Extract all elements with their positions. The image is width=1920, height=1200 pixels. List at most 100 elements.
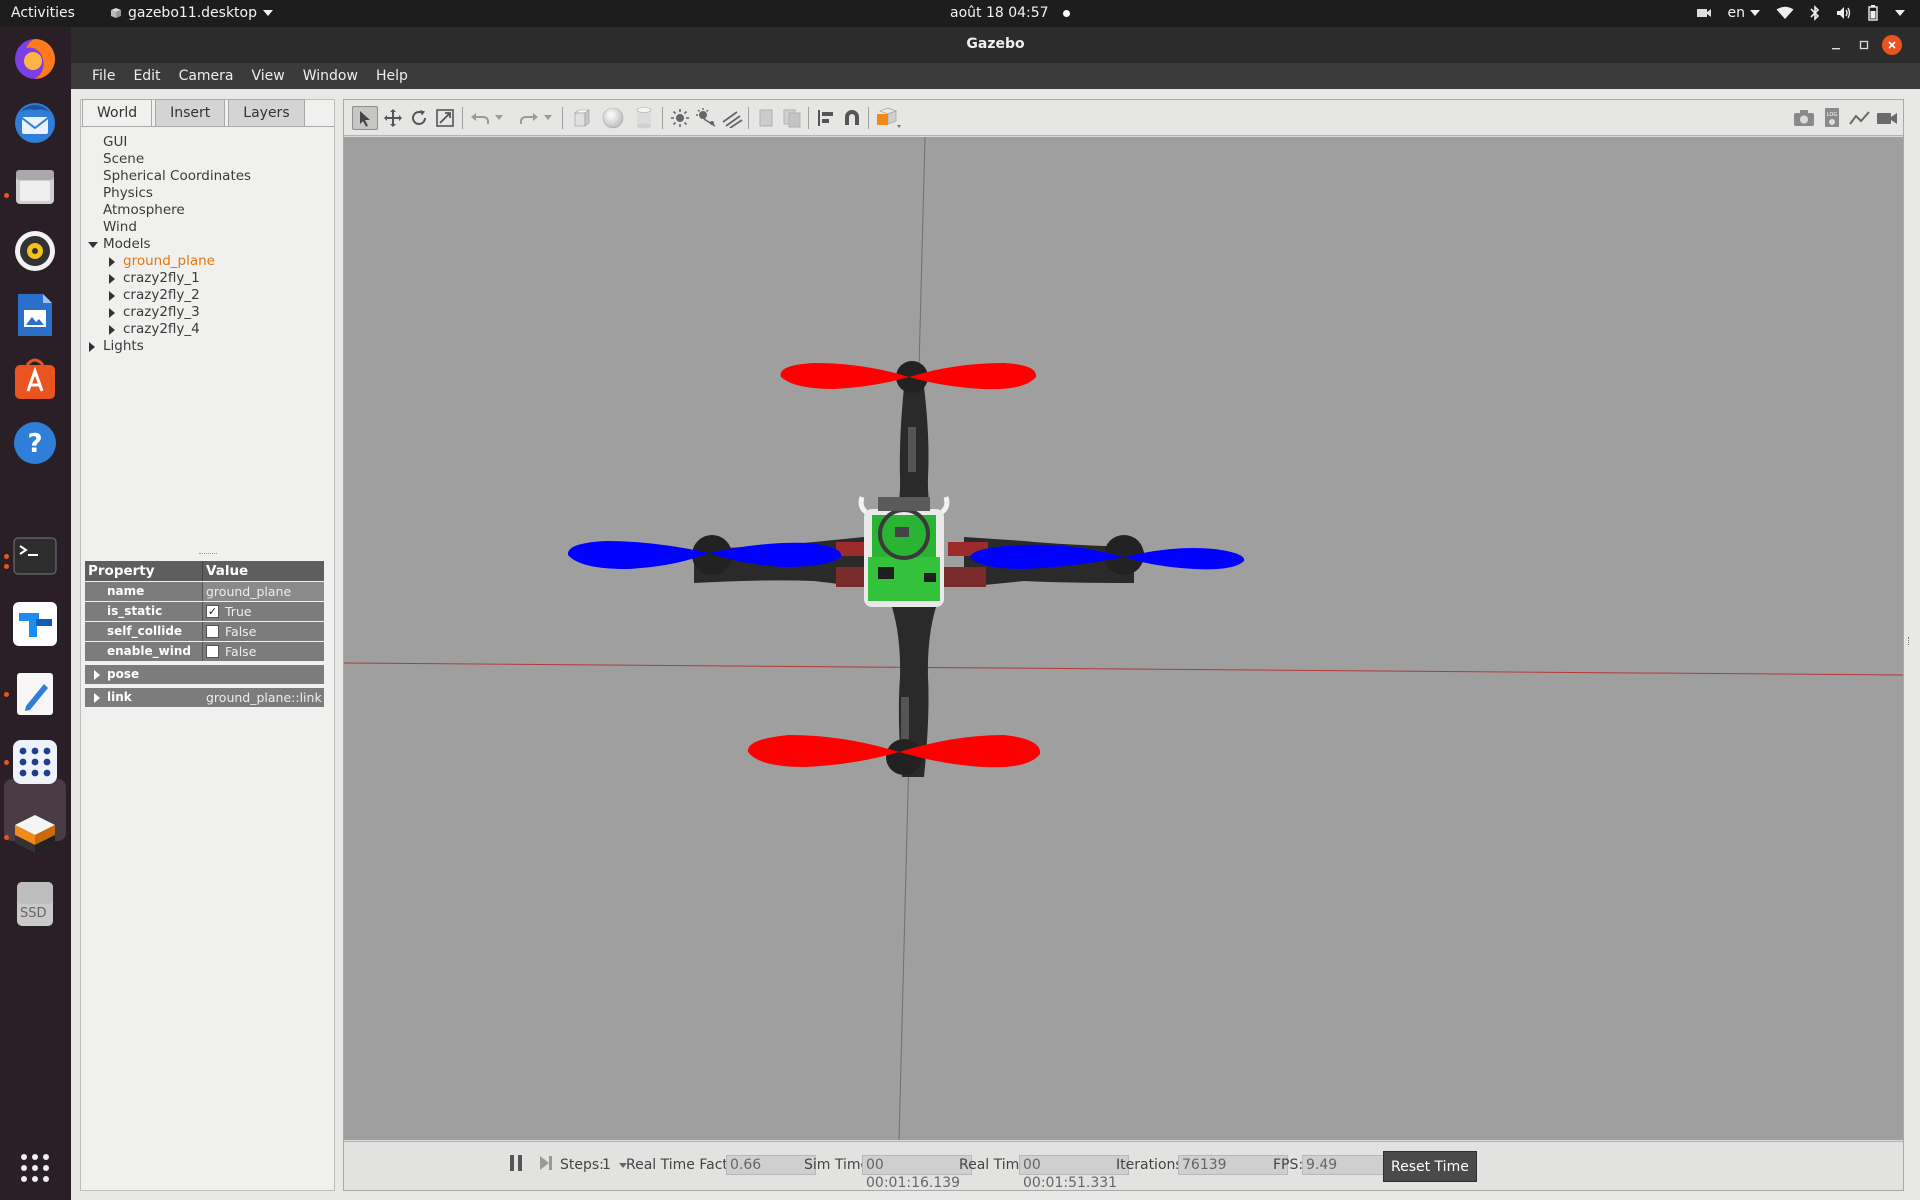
prop-value-name[interactable]: ground_plane — [203, 582, 324, 601]
dock-item-help[interactable]: ? — [11, 419, 59, 467]
tree-item-physics[interactable]: Physics — [85, 185, 330, 202]
paste-button[interactable] — [779, 106, 805, 130]
snap-button[interactable] — [839, 106, 865, 130]
pcb-chip — [895, 527, 909, 537]
tree-item-crazy2fly-3[interactable]: crazy2fly_3 — [85, 304, 330, 321]
tree-item-scene[interactable]: Scene — [85, 151, 330, 168]
dock-item-thunderbird[interactable] — [11, 99, 59, 147]
app-menu[interactable]: gazebo11.desktop — [110, 5, 273, 21]
expand-right-icon[interactable] — [89, 342, 95, 352]
menu-help[interactable]: Help — [367, 68, 417, 84]
dock-item-grid-app[interactable] — [11, 738, 59, 786]
select-mode-button[interactable] — [352, 106, 378, 130]
window-titlebar[interactable]: Gazebo — [71, 27, 1920, 63]
tree-item-crazy2fly-2[interactable]: crazy2fly_2 — [85, 287, 330, 304]
dock-item-firefox[interactable] — [11, 35, 59, 83]
plot-button[interactable] — [1847, 106, 1873, 130]
menu-view[interactable]: View — [243, 68, 294, 84]
panel-splitter-handle[interactable] — [199, 553, 217, 555]
dock-item-terminal[interactable] — [11, 532, 59, 580]
redo-button[interactable] — [516, 106, 542, 130]
language-indicator[interactable]: en — [1728, 5, 1760, 21]
expand-right-icon[interactable] — [109, 291, 115, 301]
insert-directional-light-button[interactable] — [719, 106, 745, 130]
system-tray[interactable]: en — [1696, 5, 1907, 21]
prop-row-is-static[interactable]: is_static ✓ True — [85, 602, 324, 621]
align-button[interactable] — [813, 106, 839, 130]
dock-item-teamviewer[interactable] — [11, 600, 59, 648]
steps-spinbox[interactable]: 1 — [602, 1157, 628, 1173]
redo-history-dropdown[interactable] — [541, 106, 555, 130]
log-button[interactable]: LOG — [1819, 106, 1845, 130]
checkbox-unchecked[interactable] — [206, 625, 219, 638]
undo-history-dropdown[interactable] — [492, 106, 506, 130]
prop-value-is-static[interactable]: ✓ True — [203, 602, 324, 621]
insert-sphere-button[interactable] — [600, 106, 626, 130]
tab-insert[interactable]: Insert — [155, 99, 226, 126]
prop-row-pose[interactable]: pose — [85, 665, 324, 684]
tree-item-spherical-coordinates[interactable]: Spherical Coordinates — [85, 168, 330, 185]
dock-item-ssd[interactable]: SSD — [11, 880, 59, 928]
tab-world[interactable]: World — [82, 99, 153, 126]
tree-item-lights[interactable]: Lights — [85, 338, 330, 355]
dock-item-gazebo[interactable] — [11, 810, 59, 858]
prop-row-link[interactable]: link ground_plane::link — [85, 688, 324, 707]
expand-right-icon[interactable] — [109, 257, 115, 267]
dock-item-writer[interactable] — [11, 291, 59, 339]
tree-item-crazy2fly-4[interactable]: crazy2fly_4 — [85, 321, 330, 338]
minimize-button[interactable] — [1826, 35, 1846, 55]
expand-right-icon[interactable] — [109, 274, 115, 284]
insert-point-light-button[interactable] — [667, 106, 693, 130]
expand-right-icon[interactable] — [109, 308, 115, 318]
clock[interactable]: août 18 04:57 — [950, 5, 1070, 21]
expand-right-icon[interactable] — [94, 693, 100, 703]
3d-viewport[interactable] — [344, 137, 1903, 1140]
expand-right-icon[interactable] — [109, 325, 115, 335]
rotate-mode-button[interactable] — [406, 106, 432, 130]
screenshot-button[interactable] — [1791, 106, 1817, 130]
reset-time-button[interactable]: Reset Time — [1383, 1151, 1477, 1182]
maximize-button[interactable] — [1854, 35, 1874, 55]
insert-spot-light-button[interactable] — [693, 106, 719, 130]
pause-button[interactable] — [508, 1154, 524, 1176]
menu-window[interactable]: Window — [294, 68, 367, 84]
tree-item-wind[interactable]: Wind — [85, 219, 330, 236]
menu-edit[interactable]: Edit — [124, 68, 169, 84]
menu-file[interactable]: File — [83, 68, 124, 84]
dock-item-rhythmbox[interactable] — [11, 227, 59, 275]
show-applications-button[interactable] — [11, 1144, 59, 1192]
expand-right-icon[interactable] — [94, 670, 100, 680]
scale-mode-button[interactable] — [432, 106, 458, 130]
prop-row-self-collide[interactable]: self_collide False — [85, 622, 324, 641]
insert-cylinder-button[interactable] — [631, 106, 657, 130]
prop-value-enable-wind[interactable]: False — [203, 642, 324, 661]
quadcopter-model[interactable] — [567, 361, 1245, 777]
menu-camera[interactable]: Camera — [170, 68, 243, 84]
tree-item-ground-plane[interactable]: ground_plane — [85, 253, 330, 270]
tree-item-gui[interactable]: GUI — [85, 134, 330, 151]
right-splitter-handle[interactable] — [1908, 637, 1912, 645]
record-video-button[interactable] — [1874, 106, 1900, 130]
checkbox-unchecked[interactable] — [206, 645, 219, 658]
app-menu-label: gazebo11.desktop — [128, 5, 257, 21]
undo-button[interactable] — [467, 106, 493, 130]
dock-item-app-center[interactable] — [11, 355, 59, 403]
dock-item-files[interactable] — [11, 163, 59, 211]
prop-row-enable-wind[interactable]: enable_wind False — [85, 642, 324, 661]
close-button[interactable] — [1882, 35, 1902, 55]
step-button[interactable] — [538, 1154, 554, 1176]
tree-item-crazy2fly-1[interactable]: crazy2fly_1 — [85, 270, 330, 287]
prop-row-name[interactable]: name ground_plane — [85, 582, 324, 601]
copy-button[interactable] — [753, 106, 779, 130]
tree-item-atmosphere[interactable]: Atmosphere — [85, 202, 330, 219]
tree-item-models[interactable]: Models — [85, 236, 330, 253]
prop-value-self-collide[interactable]: False — [203, 622, 324, 641]
activities-button[interactable]: Activities — [11, 5, 75, 21]
tab-layers[interactable]: Layers — [228, 99, 305, 126]
view-angle-button[interactable] — [873, 106, 903, 130]
insert-box-button[interactable] — [569, 106, 595, 130]
translate-mode-button[interactable] — [380, 106, 406, 130]
dock-item-text-editor[interactable] — [11, 670, 59, 718]
checkbox-checked[interactable]: ✓ — [206, 605, 219, 618]
expand-down-icon[interactable] — [88, 242, 98, 248]
